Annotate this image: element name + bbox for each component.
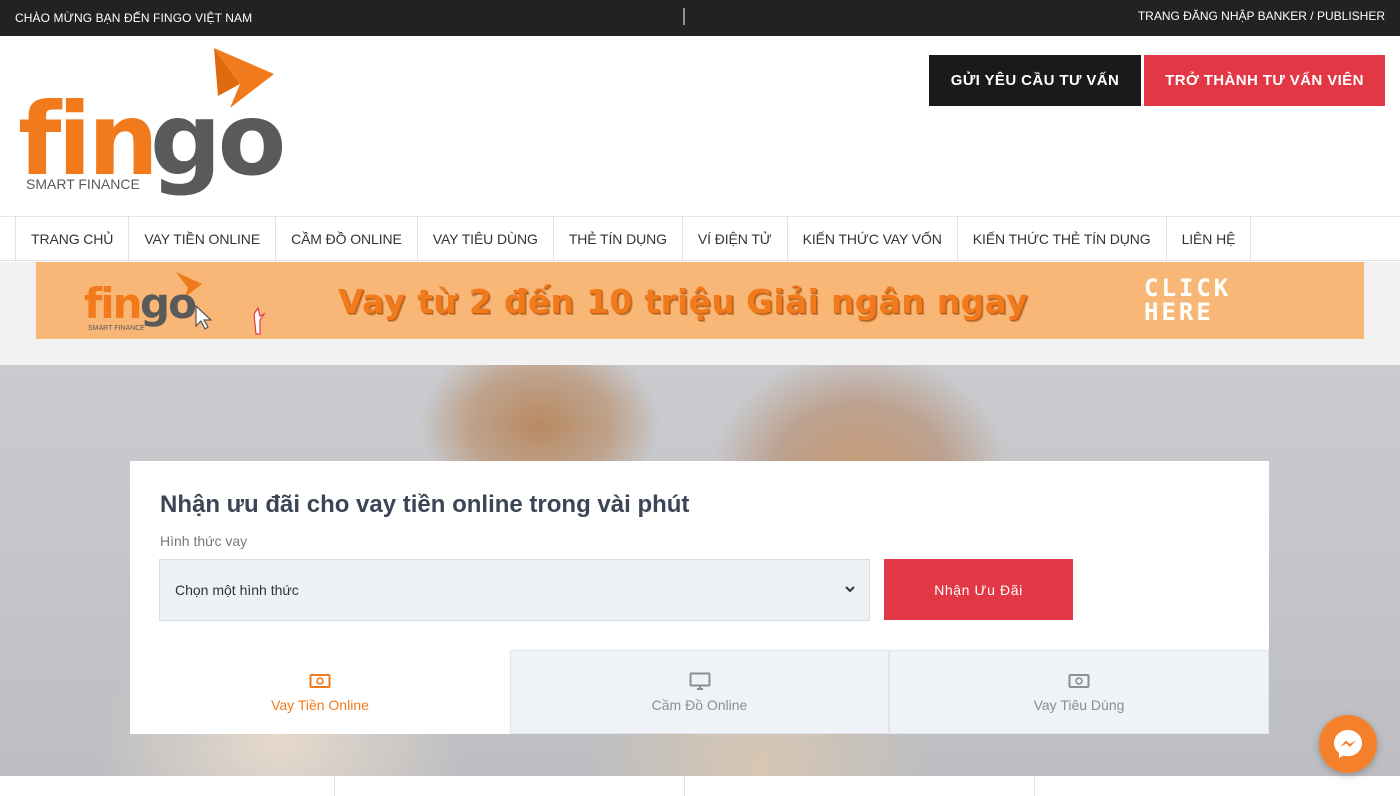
- tab-online-pawn-label: Cầm Đồ Online: [651, 696, 748, 713]
- content-strip: [0, 776, 1400, 796]
- welcome-text: CHÀO MỪNG BẠN ĐẾN FINGO VIỆT NAM: [15, 11, 253, 25]
- loan-type-select-value: Chọn một hình thức: [175, 582, 299, 598]
- request-consult-button[interactable]: GỬI YÊU CẦU TƯ VẤN: [929, 55, 1141, 106]
- loan-tabs: Vay Tiền Online Cầm Đồ Online Vay Tiêu D…: [130, 650, 1269, 734]
- banner-text-amount: Vay từ 2 đến 10 triệu: [338, 282, 736, 321]
- banner-logo: fin go SMART FINANCE: [84, 272, 266, 335]
- strip-divider: [334, 776, 335, 796]
- strip-divider: [1034, 776, 1035, 796]
- nav-item-credit-card[interactable]: THẺ TÍN DỤNG: [554, 217, 683, 261]
- nav-item-online-loan[interactable]: VAY TIỀN ONLINE: [129, 217, 277, 261]
- tab-consumer-loan[interactable]: Vay Tiêu Dùng: [889, 650, 1269, 734]
- tab-online-loan-label: Vay Tiền Online: [271, 696, 369, 713]
- main-nav: TRANG CHỦ VAY TIỀN ONLINE CẦM ĐỒ ONLINE …: [0, 217, 1400, 261]
- nav-item-card-knowledge[interactable]: KIẾN THỨC THẺ TÍN DỤNG: [958, 217, 1167, 261]
- monitor-icon: [689, 672, 710, 690]
- nav-item-home[interactable]: TRANG CHỦ: [16, 217, 130, 261]
- nav-item-consumer-loan[interactable]: VAY TIÊU DÙNG: [418, 217, 554, 261]
- tab-consumer-loan-label: Vay Tiêu Dùng: [1033, 696, 1125, 713]
- banner-logo-tagline: SMART FINANCE: [88, 325, 145, 332]
- svg-text:fin: fin: [84, 279, 141, 328]
- strip-divider: [684, 776, 685, 796]
- top-bar: CHÀO MỪNG BẠN ĐẾN FINGO VIỆT NAM TRANG Đ…: [0, 0, 1400, 36]
- topbar-divider: [683, 8, 685, 25]
- loan-type-select[interactable]: Chọn một hình thức: [159, 559, 870, 621]
- become-advisor-button[interactable]: TRỞ THÀNH TƯ VẤN VIÊN: [1144, 55, 1385, 106]
- get-offer-button[interactable]: Nhận Ưu Đãi: [884, 559, 1073, 620]
- tab-online-pawn[interactable]: Cầm Đồ Online: [510, 650, 889, 734]
- form-title: Nhận ưu đãi cho vay tiền online trong và…: [160, 491, 690, 518]
- fingo-logo-graphic: fin go SMART FINANCE: [18, 48, 287, 198]
- money-icon: [309, 673, 331, 688]
- hero-section: Nhận ưu đãi cho vay tiền online trong và…: [0, 365, 1400, 776]
- logo-tagline: SMART FINANCE: [26, 176, 140, 192]
- tab-online-loan[interactable]: Vay Tiền Online: [130, 650, 510, 734]
- nav-item-online-pawn[interactable]: CẦM ĐỒ ONLINE: [276, 217, 418, 261]
- fingo-logo[interactable]: fin go SMART FINANCE: [18, 46, 288, 201]
- banner-text-disburse: Giải ngân ngay: [746, 282, 1028, 321]
- banner-area: fin go SMART FINANCE Vay từ 2 đến 10 tri…: [0, 262, 1400, 365]
- nav-item-loan-knowledge[interactable]: KIẾN THỨC VAY VỐN: [788, 217, 958, 261]
- nav-item-contact[interactable]: LIÊN HỆ: [1167, 217, 1252, 261]
- loan-offer-form: Nhận ưu đãi cho vay tiền online trong và…: [130, 461, 1269, 734]
- banker-login-link[interactable]: TRANG ĐĂNG NHẬP BANKER / PUBLISHER: [1138, 9, 1385, 23]
- messenger-icon: [1334, 730, 1362, 758]
- click-here-label: CLICK HERE: [1144, 274, 1232, 326]
- nav-item-e-wallet[interactable]: VÍ ĐIỆN TỬ: [683, 217, 788, 261]
- site-header: fin go SMART FINANCE GỬI YÊU CẦU TƯ VẤN …: [0, 36, 1400, 217]
- money-icon: [1068, 673, 1090, 688]
- promo-banner[interactable]: fin go SMART FINANCE Vay từ 2 đến 10 tri…: [36, 262, 1364, 339]
- messenger-chat-button[interactable]: [1319, 715, 1377, 773]
- svg-text:go: go: [140, 279, 196, 328]
- svg-text:go: go: [150, 81, 283, 198]
- chevron-down-icon: [845, 586, 855, 593]
- loan-type-label: Hình thức vay: [160, 533, 248, 549]
